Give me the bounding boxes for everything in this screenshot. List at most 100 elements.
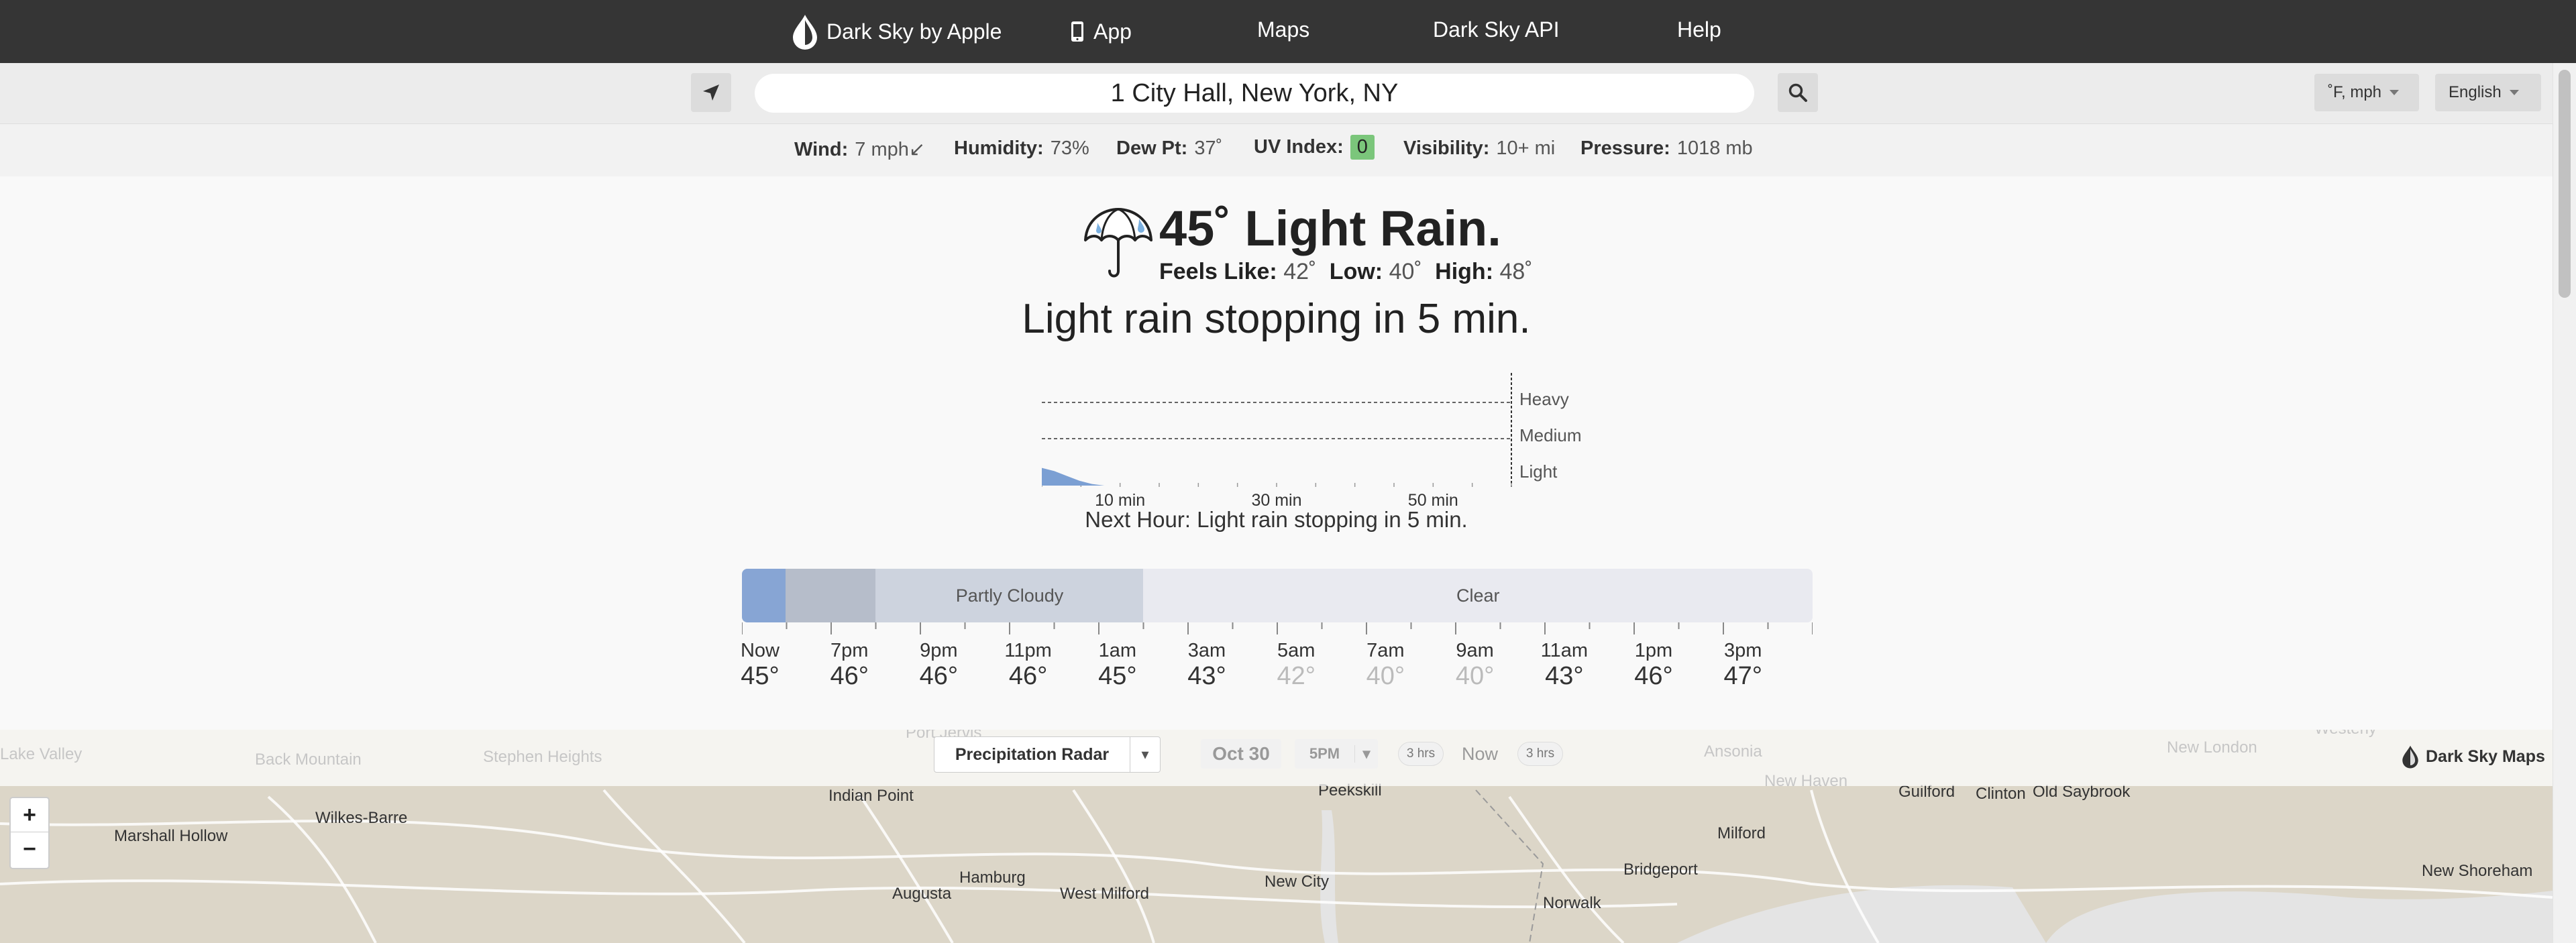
- humidity-stat: Humidity: 73%: [954, 137, 1089, 160]
- hour-label: 9am: [1456, 640, 1494, 661]
- low-value: 40˚: [1389, 259, 1422, 284]
- units-select[interactable]: ˚F, mph: [2314, 74, 2419, 111]
- search-icon: [1788, 83, 1807, 102]
- hour-temperature: 43°: [1545, 662, 1584, 690]
- wind-stat: Wind: 7 mph↙: [794, 137, 925, 161]
- humidity-label: Humidity:: [954, 137, 1044, 159]
- wind-label: Wind:: [794, 139, 849, 160]
- visibility-value: 10+ mi: [1496, 137, 1556, 159]
- hour-label: 7pm: [830, 640, 869, 661]
- nav-api-link[interactable]: Dark Sky API: [1433, 0, 1560, 63]
- hour-item[interactable]: 1am 45°: [1084, 640, 1151, 691]
- dark-sky-maps-label: Dark Sky Maps: [2426, 746, 2545, 766]
- hour-label: 1am: [1098, 640, 1136, 661]
- time-axis-label: 50 min: [1408, 491, 1458, 507]
- hour-item[interactable]: 5am 42°: [1263, 640, 1330, 691]
- pressure-label: Pressure:: [1580, 137, 1670, 159]
- time-axis-label: 30 min: [1251, 491, 1301, 507]
- map-state-border: [1475, 789, 1544, 943]
- map-place-label: Norwalk: [1543, 894, 1602, 912]
- feels-like-label: Feels Like:: [1159, 259, 1277, 284]
- map-step-forward-button[interactable]: 3 hrs: [1517, 742, 1563, 766]
- hour-label: 5am: [1277, 640, 1316, 661]
- dark-sky-maps-link[interactable]: Dark Sky Maps: [2402, 744, 2545, 769]
- dark-sky-logo-icon: [2402, 745, 2418, 769]
- hour-item[interactable]: Now 45°: [727, 640, 794, 691]
- timeline-segment[interactable]: [742, 569, 786, 622]
- hour-item[interactable]: 7pm 46°: [816, 640, 883, 691]
- nav-brand-label: Dark Sky by Apple: [826, 19, 1002, 44]
- hour-temperature: 43°: [1187, 662, 1226, 690]
- nav-maps-link[interactable]: Maps: [1257, 0, 1309, 63]
- hour-item[interactable]: 11am 43°: [1531, 640, 1598, 691]
- map-controls-bar: Precipitation Radar ▾ Oct 30 5PM ▾ 3 hrs…: [0, 730, 2553, 786]
- chevron-down-icon: ▾: [1130, 737, 1160, 772]
- timeline-segment[interactable]: Partly Cloudy: [875, 569, 1144, 622]
- hour-item[interactable]: 3am 43°: [1173, 640, 1240, 691]
- high-value: 48˚: [1499, 259, 1533, 284]
- nav-app-label: App: [1093, 19, 1132, 44]
- scrollbar-thumb[interactable]: [2559, 70, 2571, 298]
- timeline-segment[interactable]: [786, 569, 876, 622]
- current-conditions-title: 45˚ Light Rain.: [1159, 201, 1501, 256]
- uv-index-label: UV Index:: [1254, 136, 1344, 158]
- map-step-back-button[interactable]: 3 hrs: [1398, 742, 1444, 766]
- hour-temperature: 46°: [1634, 662, 1673, 690]
- map-place-label: Indian Point: [828, 787, 914, 805]
- feels-like-value: 42˚: [1283, 259, 1317, 284]
- map-place-label: Clinton: [1976, 785, 2026, 803]
- current-conditions-details: Feels Like: 42˚ Low: 40˚ High: 48˚: [1159, 259, 1540, 285]
- hour-item[interactable]: 11pm 46°: [995, 640, 1062, 691]
- time-axis-label: 10 min: [1095, 491, 1145, 507]
- search-input[interactable]: [755, 74, 1754, 113]
- hour-item[interactable]: 1pm 46°: [1620, 640, 1687, 691]
- zoom-in-button[interactable]: +: [11, 798, 48, 832]
- map-water: [2046, 891, 2553, 943]
- map-date[interactable]: Oct 30: [1201, 739, 1281, 769]
- chevron-down-icon: [2390, 90, 2400, 95]
- minutely-summary: Light rain stopping in 5 min.: [1022, 296, 1531, 342]
- nav-app-link[interactable]: App: [1071, 0, 1132, 63]
- language-select[interactable]: English: [2435, 74, 2541, 111]
- dark-sky-logo-icon: [793, 15, 817, 50]
- map-road: [857, 792, 954, 943]
- dew-point-stat: Dew Pt: 37˚: [1116, 137, 1222, 160]
- timeline-ticks: [742, 622, 1813, 634]
- low-label: Low:: [1329, 259, 1383, 284]
- units-select-value: ˚F, mph: [2328, 83, 2382, 101]
- hour-item[interactable]: 9pm 46°: [905, 640, 972, 691]
- map-time-select[interactable]: 5PM ▾: [1295, 739, 1378, 769]
- hour-temperature: 40°: [1366, 662, 1405, 690]
- current-stats: Wind: 7 mph↙ Humidity: 73% Dew Pt: 37˚ UV I…: [0, 124, 2576, 176]
- pressure-stat: Pressure: 1018 mb: [1580, 137, 1753, 160]
- zoom-out-button[interactable]: −: [11, 832, 48, 866]
- visibility-stat: Visibility: 10+ mi: [1403, 137, 1555, 160]
- page-scrollbar[interactable]: [2553, 63, 2576, 943]
- umbrella-icon: [1084, 208, 1152, 278]
- map-place-label: Hamburg: [959, 869, 1026, 887]
- intensity-level-label: Light: [1519, 461, 1558, 482]
- map-now-button[interactable]: Now: [1453, 739, 1507, 769]
- map-place-label: New City: [1265, 873, 1329, 891]
- hour-item[interactable]: 3pm 47°: [1709, 640, 1776, 691]
- map-place-label: Bridgeport: [1623, 861, 1698, 879]
- hour-label: 9pm: [920, 640, 958, 661]
- hour-label: 7am: [1366, 640, 1405, 661]
- hour-temperature: 47°: [1723, 662, 1762, 690]
- search-button[interactable]: [1778, 73, 1818, 112]
- visibility-label: Visibility:: [1403, 137, 1490, 159]
- hour-label: 11pm: [1004, 640, 1052, 661]
- map-layer-select[interactable]: Precipitation Radar ▾: [934, 736, 1161, 773]
- intensity-level-label: Medium: [1519, 425, 1581, 445]
- map-place-label: West Milford: [1060, 885, 1149, 903]
- chevron-down-icon: ▾: [1354, 745, 1378, 763]
- nav-brand-link[interactable]: Dark Sky by Apple: [792, 0, 1002, 63]
- hour-temperature: 42°: [1277, 662, 1316, 690]
- hour-label: 3am: [1187, 640, 1226, 661]
- timeline-segment[interactable]: Clear: [1143, 569, 1813, 622]
- uv-index-badge: 0: [1350, 135, 1375, 160]
- nav-help-link[interactable]: Help: [1677, 0, 1721, 63]
- hour-item[interactable]: 7am 40°: [1352, 640, 1419, 691]
- hour-item[interactable]: 9am 40°: [1442, 640, 1509, 691]
- locate-button[interactable]: [691, 73, 731, 112]
